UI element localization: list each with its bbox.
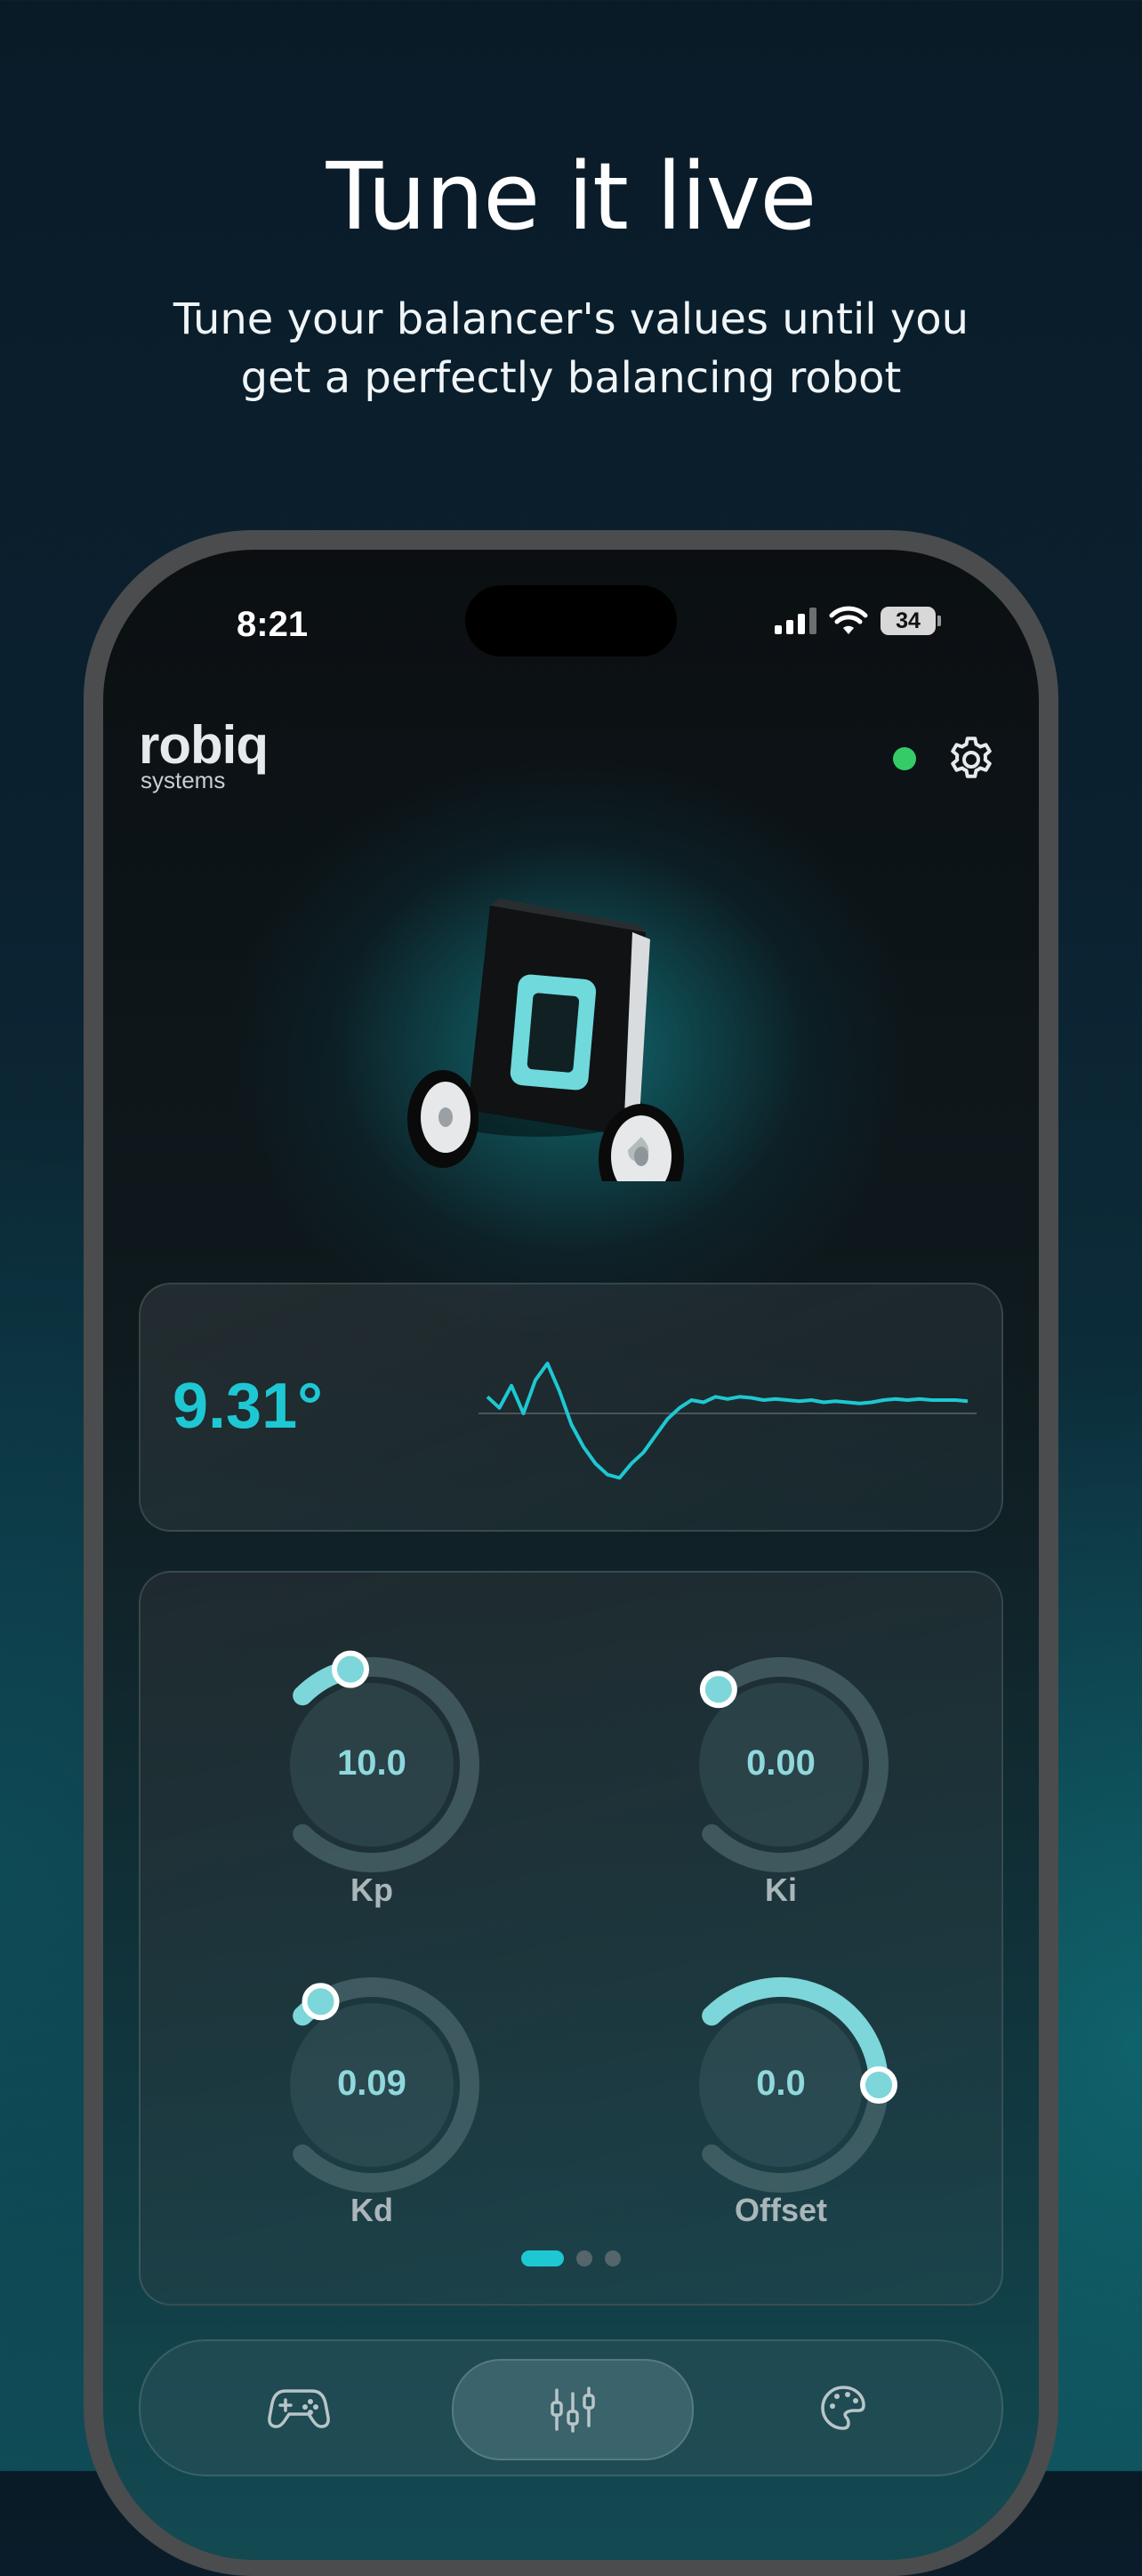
knob-handle[interactable] (699, 1670, 737, 1709)
dynamic-island (465, 585, 677, 656)
knob-ki[interactable]: 0.00 Ki (656, 1640, 905, 1908)
knob-value: 10.0 (337, 1743, 406, 1783)
knob-label: Kd (350, 2192, 393, 2228)
battery-icon: 34 (881, 607, 941, 635)
battery-level: 34 (881, 607, 936, 635)
promo-subheadline: Tune your balancer's values until you ge… (151, 290, 991, 407)
angle-card: 9.31° (139, 1283, 1003, 1532)
wifi-icon (829, 606, 868, 634)
page-dot[interactable] (521, 2250, 564, 2266)
status-icons: 34 (775, 603, 941, 639)
knob-label: Offset (734, 2192, 827, 2228)
signal-icon (775, 608, 816, 634)
gear-icon[interactable] (945, 733, 998, 786)
page-indicator[interactable] (141, 2250, 1001, 2266)
tab-appearance[interactable] (724, 2359, 962, 2457)
angle-chart (479, 1361, 977, 1480)
tuning-card: 10.0 Kp 0.00 Ki 0.09 Kd 0.0 Offset (139, 1571, 1003, 2306)
knob-value: 0.0 (756, 2064, 806, 2103)
angle-series-line (486, 1361, 969, 1480)
palette-icon (821, 2386, 865, 2430)
angle-value: 9.31° (173, 1371, 323, 1442)
page-dot[interactable] (605, 2250, 621, 2266)
knob-handle[interactable] (302, 1983, 340, 2021)
phone-screen: 8:21 34 robiq systems 9.31° 10.0 Kp 0.00… (103, 550, 1039, 2560)
knob-label: Kp (350, 1872, 393, 1908)
robot-image (407, 898, 684, 1181)
tune-sliders-icon (551, 2387, 595, 2433)
logo-wordmark: robiq (139, 715, 269, 775)
knob-kp[interactable]: 10.0 Kp (247, 1640, 496, 1908)
knob-handle[interactable] (332, 1650, 370, 1688)
promo-subheadline-line2: get a perfectly balancing robot (240, 353, 902, 403)
promo-subheadline-line1: Tune your balancer's values until you (173, 294, 969, 344)
tab-bar (139, 2339, 1003, 2476)
knob-value: 0.09 (337, 2064, 406, 2103)
status-time: 8:21 (237, 605, 309, 644)
knob-offset[interactable]: 0.0 Offset (656, 1960, 905, 2228)
connection-status-dot (893, 747, 916, 770)
page-dot[interactable] (576, 2250, 592, 2266)
tab-drive[interactable] (180, 2359, 418, 2457)
knob-kd[interactable]: 0.09 Kd (247, 1960, 496, 2228)
app-logo: robiq systems (139, 715, 269, 794)
knob-value: 0.00 (746, 1743, 816, 1783)
tab-tune[interactable] (452, 2359, 694, 2460)
promo-headline: Tune it live (326, 142, 817, 251)
gamepad-icon (268, 2389, 330, 2428)
knob-label: Ki (765, 1872, 797, 1908)
